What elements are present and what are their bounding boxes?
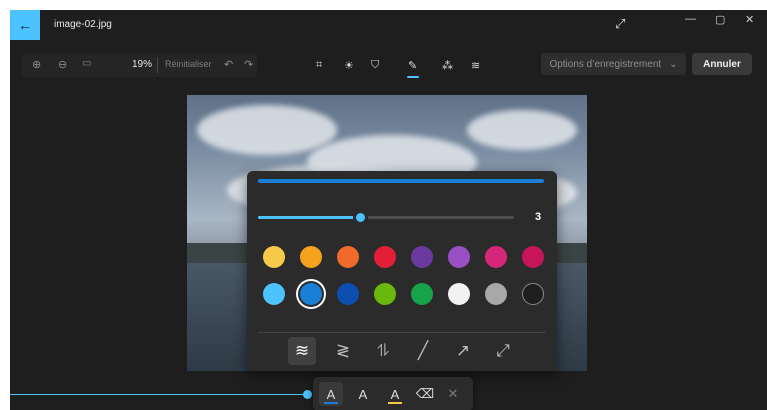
freehand-arrow-stroke-icon[interactable]: ≷: [329, 337, 357, 365]
color-swatch[interactable]: [337, 246, 359, 268]
color-swatch[interactable]: [374, 246, 396, 268]
size-slider-fill: [258, 216, 361, 219]
arrow-icon[interactable]: ↗: [449, 337, 477, 365]
color-swatch[interactable]: [411, 246, 433, 268]
panel-divider: [258, 332, 546, 333]
toolbar-divider: [157, 57, 158, 73]
filter-icon[interactable]: ⛉: [371, 59, 379, 72]
highlight-underline: [388, 402, 402, 404]
close-icon[interactable]: ✕: [745, 13, 754, 26]
color-swatch[interactable]: [300, 246, 322, 268]
view-toolbar: ⊕ ⊖ ▭ 19% Réinitialiser ↶ ↷: [22, 53, 257, 77]
back-button[interactable]: ←: [10, 10, 40, 40]
color-swatch[interactable]: [411, 283, 433, 305]
callout-line: [10, 394, 308, 395]
stroke-preview: [258, 179, 544, 183]
double-arrow-icon[interactable]: ⤢: [489, 337, 517, 365]
actual-size-icon[interactable]: ▭: [82, 58, 91, 69]
markup-options-panel: 3 ≋ ≷ ⥮ ╱ ↗ ⤢: [247, 171, 557, 371]
color-swatch[interactable]: [300, 283, 322, 305]
markup-pen-icon[interactable]: ✎: [408, 59, 417, 72]
eraser-icon[interactable]: ⌫: [413, 382, 437, 406]
maximize-icon[interactable]: ▢: [715, 13, 725, 26]
color-swatch[interactable]: [522, 246, 544, 268]
zoom-out-icon[interactable]: ⊖: [58, 58, 67, 71]
redo-icon[interactable]: ↷: [244, 58, 253, 71]
active-tool-indicator: [407, 76, 419, 78]
save-options-button[interactable]: Options d’enregistrement ⌄: [541, 53, 686, 75]
photos-window: ← image-02.jpg ⤢ — ▢ ✕ ⊕ ⊖ ▭ 19% Réiniti…: [10, 10, 767, 410]
highlighter-icon[interactable]: A: [383, 382, 407, 406]
cloud: [197, 105, 337, 155]
color-swatch[interactable]: [448, 246, 470, 268]
title-bar: ← image-02.jpg ⤢ — ▢ ✕: [10, 10, 767, 40]
chevron-down-icon: ⌄: [669, 58, 678, 70]
crop-icon[interactable]: ⌗: [316, 59, 322, 72]
window-title: image-02.jpg: [54, 19, 112, 30]
cancel-button[interactable]: Annuler: [692, 53, 752, 75]
color-swatch[interactable]: [374, 283, 396, 305]
save-options-label: Options d’enregistrement: [549, 58, 662, 70]
ballpoint-pen-icon[interactable]: A: [319, 382, 343, 406]
freehand-double-arrow-stroke-icon[interactable]: ⥮: [369, 337, 397, 365]
color-swatch[interactable]: [522, 283, 544, 305]
color-swatch[interactable]: [485, 246, 507, 268]
color-swatch[interactable]: [448, 283, 470, 305]
background-icon[interactable]: ≋: [471, 59, 480, 72]
expand-icon[interactable]: ⤢: [615, 16, 625, 32]
zoom-in-icon[interactable]: ⊕: [32, 58, 41, 71]
line-icon[interactable]: ╱: [409, 337, 437, 365]
active-underline: [324, 402, 338, 404]
zoom-level: 19%: [132, 59, 153, 70]
pencil-icon[interactable]: A: [351, 382, 375, 406]
size-slider[interactable]: [258, 210, 514, 225]
color-swatch[interactable]: [485, 283, 507, 305]
freehand-stroke-icon[interactable]: ≋: [288, 337, 316, 365]
cloud: [467, 110, 577, 150]
color-swatch[interactable]: [263, 283, 285, 305]
back-arrow-icon: ←: [18, 17, 32, 33]
color-swatch[interactable]: [263, 246, 285, 268]
callout-dot: [303, 390, 312, 399]
color-swatch[interactable]: [337, 283, 359, 305]
undo-icon[interactable]: ↶: [224, 58, 233, 71]
retouch-icon[interactable]: ⁂: [442, 59, 453, 72]
size-slider-thumb[interactable]: [353, 210, 369, 225]
markup-toolbar: A A A ⌫ ✕: [313, 377, 473, 410]
minimize-icon[interactable]: —: [685, 13, 696, 25]
size-value: 3: [535, 211, 542, 223]
clear-all-icon[interactable]: ✕: [441, 382, 465, 406]
adjust-brightness-icon[interactable]: ☀: [344, 59, 354, 72]
reset-button[interactable]: Réinitialiser: [165, 59, 212, 69]
